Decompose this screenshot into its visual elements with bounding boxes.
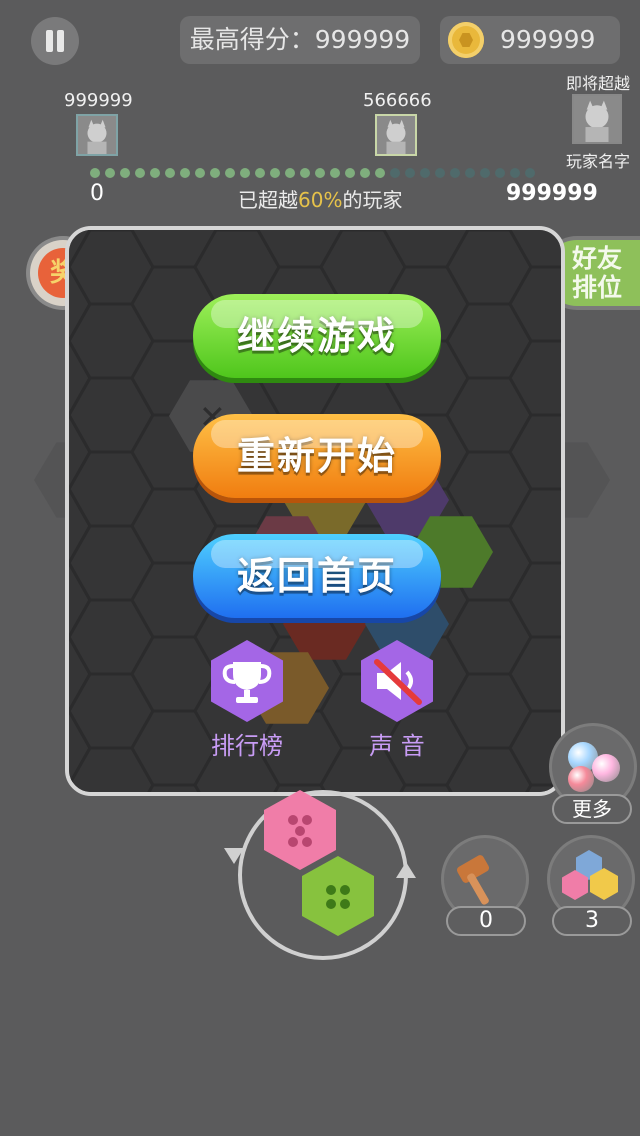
avatar-next <box>572 94 622 144</box>
bubble-icon <box>568 766 594 792</box>
sound-label: 声 音 <box>369 732 425 760</box>
cat-avatar-icon <box>377 116 415 154</box>
progress-dot <box>120 168 130 178</box>
avatar-left <box>76 114 118 156</box>
mid-score: 566666 <box>363 90 432 111</box>
progress-dot <box>270 168 280 178</box>
progress-dot <box>105 168 115 178</box>
hammer-count: 0 <box>446 906 526 936</box>
percent-suffix: 的玩家 <box>342 188 403 212</box>
progress-dot <box>405 168 415 178</box>
progress-dot <box>420 168 430 178</box>
progress-dot <box>330 168 340 178</box>
progress-dot <box>195 168 205 178</box>
friends-line1: 好友 <box>572 244 623 273</box>
rank-label: 排行榜 <box>211 732 283 760</box>
best-score: 最高得分：999999 <box>180 16 420 64</box>
progress-dot <box>90 168 100 178</box>
progress-dot <box>150 168 160 178</box>
pause-button[interactable] <box>31 17 79 65</box>
restart-button[interactable]: 重新开始 <box>193 414 441 498</box>
coin-value: 999999 <box>500 25 596 54</box>
progress-dot <box>255 168 265 178</box>
progress-dot <box>180 168 190 178</box>
progress-dot <box>480 168 490 178</box>
next-label: 即将超越 <box>566 74 631 93</box>
friends-label: 好友 排位 <box>572 244 622 302</box>
cat-avatar-icon <box>574 96 620 142</box>
continue-button[interactable]: 继续游戏 <box>193 294 441 378</box>
progress-dot <box>165 168 175 178</box>
rotate-arrow-icon <box>396 862 416 878</box>
friends-line2: 排位 <box>572 273 623 302</box>
progress-dot <box>360 168 370 178</box>
percent-text: 已超越60%的玩家 <box>238 184 402 213</box>
pause-dialog: ✕ 继续游戏 重新开始 返回首页 排行榜 声 音 <box>65 226 565 796</box>
progress-dot <box>390 168 400 178</box>
progress-dot <box>450 168 460 178</box>
progress-dot <box>315 168 325 178</box>
progress-dot <box>225 168 235 178</box>
more-button[interactable]: 更多 <box>552 794 632 824</box>
start-value: 0 <box>90 181 104 206</box>
bubble-icon <box>592 754 620 782</box>
cat-avatar-icon <box>78 116 116 154</box>
home-button[interactable]: 返回首页 <box>193 534 441 618</box>
avatar-mid <box>375 114 417 156</box>
blocks-count: 3 <box>552 906 632 936</box>
percent-prefix: 已超越 <box>238 188 298 212</box>
coin-icon <box>448 22 484 58</box>
left-score: 999999 <box>64 90 133 111</box>
progress-dot <box>210 168 220 178</box>
progress-dot <box>345 168 355 178</box>
progress-dot <box>285 168 295 178</box>
progress-dot <box>135 168 145 178</box>
progress-dot <box>495 168 505 178</box>
progress-dot <box>240 168 250 178</box>
progress-dot <box>525 168 535 178</box>
next-name: 玩家名字 <box>566 152 631 171</box>
progress-dot <box>375 168 385 178</box>
end-value: 999999 <box>506 181 598 206</box>
progress-dot <box>300 168 310 178</box>
coin-counter: 999999 <box>440 16 620 64</box>
rotate-arrow-icon <box>224 848 244 864</box>
progress-track <box>90 168 540 180</box>
progress-dot <box>510 168 520 178</box>
progress-dot <box>465 168 475 178</box>
percent-value: 60% <box>298 188 343 212</box>
progress-dot <box>435 168 445 178</box>
